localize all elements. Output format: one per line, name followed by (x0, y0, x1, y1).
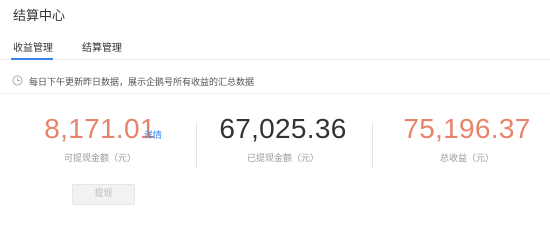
details-link[interactable]: 详情 (144, 128, 162, 141)
total-revenue-value: 75,196.37 (403, 113, 531, 144)
notice-text: 每日下午更新昨日数据，展示企鹅号所有收益的汇总数据 (29, 78, 255, 88)
notice-bar: 每日下午更新昨日数据，展示企鹅号所有收益的汇总数据 (0, 70, 550, 94)
divider (196, 122, 197, 168)
total-revenue-stat: 75,196.37 总收益（元） (392, 113, 542, 164)
withdrawn-amount-stat: 67,025.36 已提现金额（元） (208, 113, 358, 164)
clock-icon (12, 75, 23, 86)
divider (372, 122, 373, 168)
tab-bar: 收益管理 结算管理 (0, 32, 550, 60)
withdrawn-amount-value: 67,025.36 (219, 113, 347, 144)
total-revenue-label: 总收益（元） (439, 154, 494, 164)
withdrawable-amount-label: 可提现金额（元） (63, 154, 136, 164)
withdraw-button[interactable]: 提现 (72, 184, 135, 205)
page-title: 结算中心 (13, 9, 66, 24)
settlement-center-page: 结算中心 收益管理 结算管理 每日下午更新昨日数据，展示企鹅号所有收益的汇总数据… (0, 0, 550, 228)
withdrawable-amount-stat: 8,171.01 可提现金额（元） (40, 113, 160, 164)
tab-settlement-management[interactable]: 结算管理 (82, 39, 122, 54)
tab-revenue-management[interactable]: 收益管理 (13, 39, 53, 54)
active-tab-indicator (11, 58, 53, 60)
withdrawn-amount-label: 已提现金额（元） (246, 154, 319, 164)
withdrawable-amount-value: 8,171.01 (44, 113, 156, 144)
